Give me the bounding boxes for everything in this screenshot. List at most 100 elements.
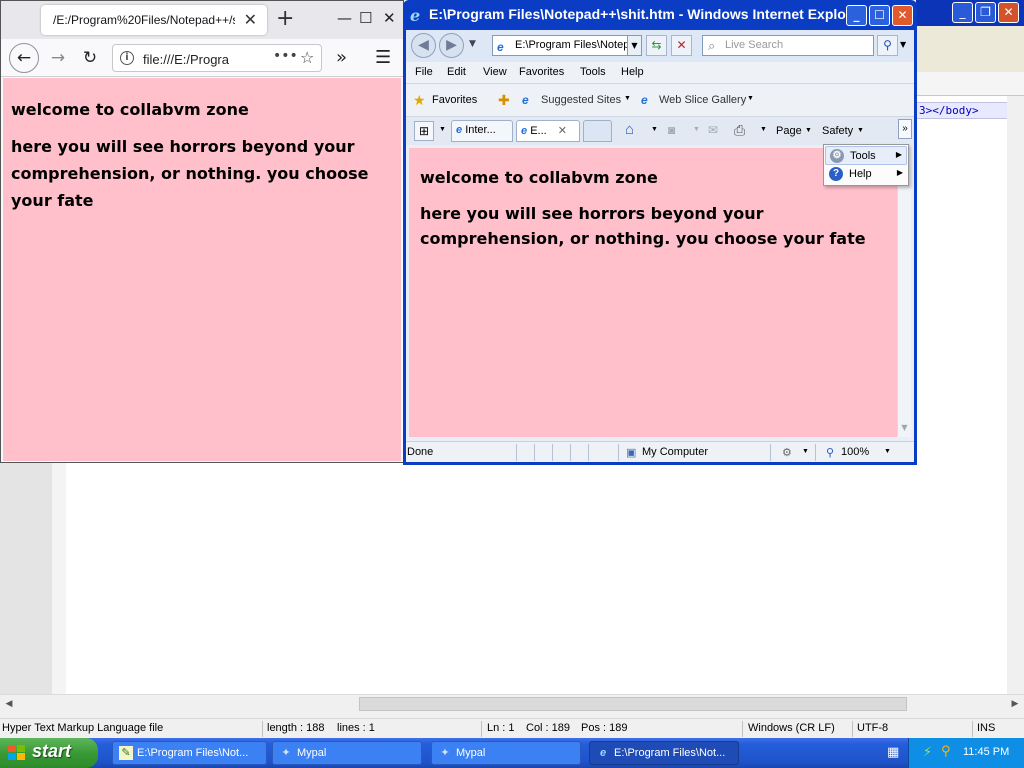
safety-dropdown-icon[interactable]: ▼ bbox=[857, 127, 864, 134]
search-input[interactable]: ⌕ Live Search bbox=[702, 35, 874, 56]
maximize-button[interactable]: ☐ bbox=[869, 5, 890, 26]
code-line[interactable]: 3></body> bbox=[916, 102, 1020, 119]
info-icon[interactable]: i bbox=[120, 51, 134, 65]
notepadpp-tabbar bbox=[916, 72, 1024, 96]
forward-button[interactable]: ▶ bbox=[439, 33, 464, 58]
tab-close-icon[interactable]: ✕ bbox=[244, 10, 257, 29]
search-placeholder: Live Search bbox=[725, 39, 784, 51]
tab-bar: /E:/Program%20Files/Notepad++/shit ✕ + —… bbox=[1, 1, 403, 39]
taskbar-button-mypal[interactable]: ✦ Mypal bbox=[272, 741, 422, 765]
horizontal-scrollbar[interactable]: ◀ ▶ bbox=[0, 694, 1024, 712]
zoom-icon[interactable]: ⚲ bbox=[826, 446, 834, 459]
start-label: start bbox=[32, 741, 72, 761]
tab-close-icon[interactable]: ✕ bbox=[558, 125, 567, 137]
menu-bar: File Edit View Favorites Tools Help bbox=[406, 62, 914, 84]
safety-menu-button[interactable]: Safety bbox=[822, 125, 853, 137]
navigation-bar: ← → ↻ i file:///E:/Progra ••• ☆ » ☰ bbox=[1, 39, 403, 77]
favorites-bar: ★ Favorites ✚ e Suggested Sites ▼ e Web … bbox=[406, 85, 914, 117]
mail-icon[interactable]: ✉ bbox=[708, 123, 718, 137]
restore-button[interactable]: ❐ bbox=[975, 2, 996, 23]
address-text[interactable]: E:\Program Files\Notepad++ bbox=[515, 39, 641, 51]
recent-pages-icon[interactable]: ▼ bbox=[469, 39, 476, 49]
print-dropdown-icon[interactable]: ▼ bbox=[760, 126, 767, 133]
quick-tabs-icon[interactable]: ⊞ bbox=[414, 121, 434, 141]
page-dropdown-icon[interactable]: ▼ bbox=[805, 127, 812, 134]
protected-mode-icon[interactable]: ⚙ bbox=[782, 446, 792, 459]
stop-icon[interactable]: ✕ bbox=[671, 35, 692, 56]
menu-tools[interactable]: Tools bbox=[580, 66, 606, 78]
scroll-down-icon[interactable]: ▼ bbox=[898, 423, 911, 437]
start-button[interactable]: start bbox=[0, 738, 98, 768]
url-bar[interactable]: i file:///E:/Progra ••• ☆ bbox=[112, 44, 322, 72]
menu-view[interactable]: View bbox=[483, 66, 507, 78]
menu-favorites[interactable]: Favorites bbox=[519, 66, 564, 78]
maximize-icon[interactable]: ☐ bbox=[359, 9, 372, 27]
minimize-button[interactable]: _ bbox=[952, 2, 973, 23]
dropdown-arrow-icon[interactable]: ▼ bbox=[624, 95, 631, 102]
close-icon[interactable]: ✕ bbox=[383, 9, 396, 27]
tab-internet[interactable]: e Inter... bbox=[451, 120, 513, 142]
overflow-chevron-icon[interactable]: » bbox=[336, 47, 347, 68]
tab-current[interactable]: e E... ✕ bbox=[516, 120, 580, 142]
print-icon[interactable]: ⎙ bbox=[734, 122, 745, 139]
taskbar-button-label: Mypal bbox=[297, 747, 327, 759]
vertical-scrollbar[interactable]: ▲ ▼ bbox=[897, 148, 911, 437]
page-menu-button[interactable]: Page bbox=[776, 125, 802, 137]
ie-page-icon: e bbox=[521, 125, 528, 137]
protected-dropdown-icon[interactable]: ▼ bbox=[802, 448, 809, 455]
back-button[interactable]: ← bbox=[9, 43, 39, 73]
web-slice-gallery-link[interactable]: Web Slice Gallery bbox=[659, 94, 746, 106]
scroll-right-icon[interactable]: ▶ bbox=[1009, 698, 1021, 710]
taskbar-button-notepadpp[interactable]: ✎ E:\Program Files\Not... bbox=[112, 741, 267, 765]
clock[interactable]: 11:45 PM bbox=[963, 746, 1009, 758]
chevron-more-icon[interactable]: » bbox=[898, 119, 912, 139]
scroll-thumb[interactable] bbox=[359, 697, 907, 711]
search-icon[interactable]: ⚲ bbox=[941, 744, 951, 759]
zoom-dropdown-icon[interactable]: ▼ bbox=[884, 448, 891, 455]
zoom-level[interactable]: 100% bbox=[841, 446, 869, 458]
taskbar-button-mypal[interactable]: ✦ Mypal bbox=[431, 741, 581, 765]
new-tab-icon[interactable]: + bbox=[276, 6, 294, 31]
menu-item-help[interactable]: ? Help ▶ bbox=[825, 165, 907, 184]
menu-file[interactable]: File bbox=[415, 66, 433, 78]
address-bar[interactable]: e E:\Program Files\Notepad++ bbox=[492, 35, 642, 56]
search-go-icon[interactable]: ⚲ bbox=[877, 35, 898, 56]
add-favorites-icon[interactable]: ✚ bbox=[498, 92, 510, 109]
network-icon[interactable]: ⚡ bbox=[923, 745, 932, 760]
menu-item-tools[interactable]: ⚙ Tools ▶ bbox=[825, 146, 907, 165]
new-tab-button[interactable] bbox=[583, 120, 612, 142]
menu-edit[interactable]: Edit bbox=[447, 66, 466, 78]
search-options-icon[interactable]: ▼ bbox=[900, 40, 906, 49]
scroll-left-icon[interactable]: ◀ bbox=[3, 698, 15, 710]
minimize-button[interactable]: _ bbox=[846, 5, 867, 26]
menu-help[interactable]: Help bbox=[621, 66, 644, 78]
url-text[interactable]: file:///E:/Progra bbox=[143, 52, 229, 67]
taskbar-button-ie[interactable]: e E:\Program Files\Not... bbox=[589, 741, 739, 765]
page-actions-icon[interactable]: ••• bbox=[273, 48, 298, 64]
vertical-scrollbar[interactable] bbox=[1007, 96, 1024, 694]
refresh-icon[interactable]: ⇆ bbox=[646, 35, 667, 56]
feeds-dropdown-icon[interactable]: ▼ bbox=[693, 126, 700, 133]
suggested-sites-link[interactable]: Suggested Sites bbox=[541, 94, 621, 106]
close-button[interactable]: ✕ bbox=[892, 5, 913, 26]
back-button[interactable]: ◀ bbox=[411, 33, 436, 58]
forward-button[interactable]: → bbox=[43, 43, 73, 73]
ie-page-icon: e bbox=[522, 93, 529, 107]
keyboard-icon[interactable]: ▦ bbox=[887, 745, 899, 760]
close-button[interactable]: ✕ bbox=[998, 2, 1019, 23]
page-content: welcome to collabvm zone here you will s… bbox=[3, 78, 401, 461]
feeds-icon[interactable]: ◙ bbox=[668, 123, 675, 137]
zone-label[interactable]: My Computer bbox=[642, 446, 708, 458]
tab-row: ⊞ ▼ e Inter... e E... ✕ ⌂ ▼ ◙ ▼ ✉ ⎙ ▼ Pa… bbox=[406, 117, 914, 145]
home-dropdown-icon[interactable]: ▼ bbox=[651, 126, 658, 133]
bookmark-star-icon[interactable]: ☆ bbox=[300, 48, 314, 67]
home-icon[interactable]: ⌂ bbox=[625, 121, 634, 138]
tab-current[interactable]: /E:/Program%20Files/Notepad++/shit ✕ bbox=[41, 5, 267, 35]
menu-hamburger-icon[interactable]: ☰ bbox=[375, 47, 391, 68]
minimize-icon[interactable]: — bbox=[337, 9, 352, 27]
address-dropdown-icon[interactable]: ▼ bbox=[627, 35, 642, 56]
reload-button[interactable]: ↻ bbox=[75, 43, 105, 73]
favorites-button[interactable]: Favorites bbox=[432, 94, 477, 106]
dropdown-arrow-icon[interactable]: ▼ bbox=[747, 95, 754, 102]
tab-list-icon[interactable]: ▼ bbox=[439, 126, 446, 133]
